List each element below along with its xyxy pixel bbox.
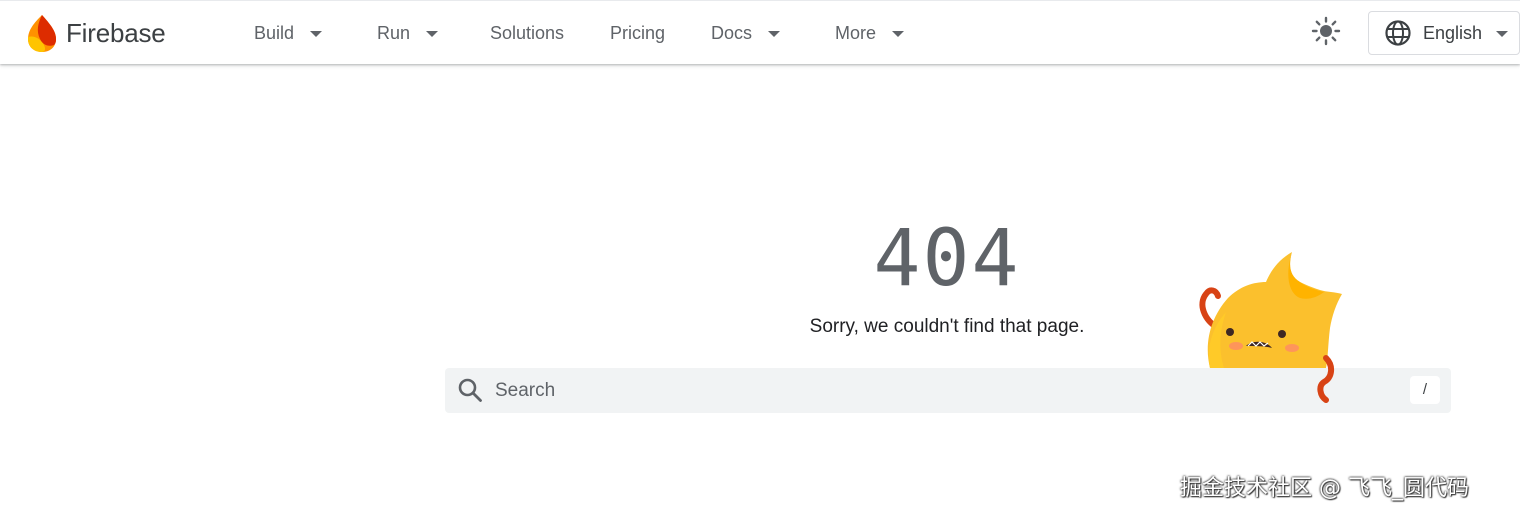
firebase-home-link[interactable]: Firebase [24, 11, 166, 55]
language-selector-button[interactable]: English [1368, 11, 1520, 55]
nav-build[interactable]: Build [254, 1, 323, 65]
nav-docs[interactable]: Docs [711, 1, 781, 65]
flame-mascot-illustration [1196, 248, 1346, 406]
language-label: English [1423, 22, 1483, 43]
top-navigation-bar: Firebase Build Run Solutions Pricing Doc… [0, 0, 1520, 64]
nav-pricing[interactable]: Pricing [610, 1, 665, 65]
chevron-down-icon [310, 31, 323, 37]
nav-pricing-label: Pricing [610, 22, 666, 43]
nav-more-label: More [835, 22, 877, 43]
nav-build-label: Build [254, 22, 295, 43]
nav-solutions-label: Solutions [490, 22, 565, 43]
search-shortcut-key: / [1410, 376, 1440, 404]
nav-solutions[interactable]: Solutions [490, 1, 564, 65]
search-icon [457, 377, 483, 403]
globe-icon [1384, 19, 1412, 47]
chevron-down-icon [768, 31, 781, 37]
nav-run[interactable]: Run [377, 1, 439, 65]
chevron-down-icon [892, 31, 905, 37]
nav-docs-label: Docs [711, 22, 753, 43]
theme-toggle-button[interactable] [1306, 13, 1346, 53]
chevron-down-icon [1496, 31, 1509, 37]
brand-name: Firebase [66, 17, 166, 48]
chevron-down-icon [426, 31, 439, 37]
nav-run-label: Run [377, 22, 411, 43]
sun-icon [1311, 16, 1341, 51]
nav-more[interactable]: More [835, 1, 905, 65]
firebase-flame-logo-icon [24, 13, 60, 53]
watermark: 掘金技术社区 @ 飞飞_圆代码 [1180, 476, 1469, 501]
